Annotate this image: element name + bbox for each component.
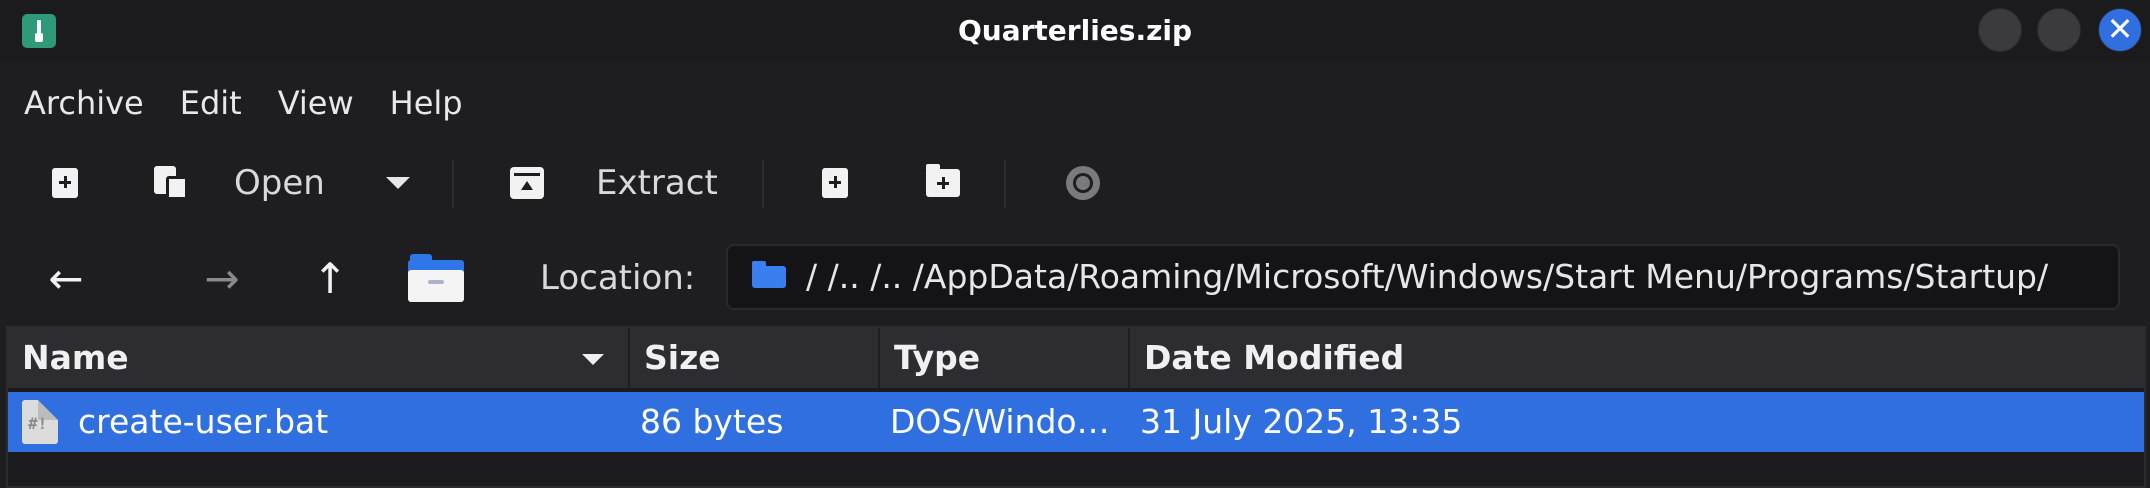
arrow-up-icon: ↑ (312, 253, 348, 303)
file-size: 86 bytes (640, 402, 784, 441)
sort-descending-icon (582, 354, 604, 365)
menu-view[interactable]: View (254, 76, 354, 130)
home-folder-icon[interactable] (408, 254, 464, 302)
column-header-size-label: Size (644, 338, 721, 377)
title-bar[interactable]: Quarterlies.zip ✕ (0, 0, 2150, 62)
toolbar: Open Extract (0, 150, 2150, 216)
open-archive-icon (154, 166, 188, 200)
script-glyph: #! (28, 414, 48, 433)
column-header-type[interactable]: Type (880, 328, 1130, 388)
location-path: / /.. /.. /AppData/Roaming/Microsoft/Win… (806, 257, 2049, 296)
menu-bar: Archive Edit View Help (0, 76, 463, 130)
open-label: Open (234, 163, 325, 203)
add-folder-icon (926, 164, 960, 197)
column-header-size[interactable]: Size (630, 328, 880, 388)
arrow-right-icon: → (204, 253, 240, 303)
forward-button[interactable]: → (200, 240, 244, 316)
minimize-button[interactable] (1978, 8, 2022, 52)
stop-button[interactable] (1066, 150, 1100, 216)
add-file-icon (822, 168, 848, 198)
file-type: DOS/Windo… (890, 402, 1110, 441)
archive-manager-window: Quarterlies.zip ✕ Archive Edit View Help… (0, 0, 2150, 488)
close-button[interactable]: ✕ (2098, 8, 2142, 52)
file-list-header: Name Size Type Date Modified (8, 328, 2144, 388)
location-label: Location: (540, 258, 696, 298)
column-header-date-label: Date Modified (1144, 338, 1405, 377)
add-files-button[interactable] (822, 150, 848, 216)
extract-label: Extract (596, 163, 718, 203)
toolbar-separator (452, 160, 454, 208)
arrow-left-icon: ← (48, 253, 84, 303)
folder-icon (752, 261, 786, 288)
location-field[interactable]: / /.. /.. /AppData/Roaming/Microsoft/Win… (726, 244, 2120, 310)
open-button[interactable]: Open (154, 150, 325, 216)
column-header-name-label: Name (22, 338, 129, 377)
new-archive-button[interactable] (52, 150, 78, 216)
maximize-button[interactable] (2037, 8, 2081, 52)
menu-help[interactable]: Help (366, 76, 463, 130)
back-button[interactable]: ← (44, 240, 88, 316)
extract-button[interactable]: Extract (510, 150, 718, 216)
window-title: Quarterlies.zip (957, 14, 1193, 47)
file-date-modified: 31 July 2025, 13:35 (1140, 402, 1463, 441)
location-bar: ← → ↑ Location: / /.. /.. /AppData/Roami… (0, 240, 2150, 316)
menu-archive[interactable]: Archive (0, 76, 144, 130)
file-list: Name Size Type Date Modified #! create-u… (6, 326, 2146, 488)
up-button[interactable]: ↑ (308, 240, 352, 316)
file-name: create-user.bat (78, 402, 329, 441)
menu-edit[interactable]: Edit (156, 76, 242, 130)
column-header-name[interactable]: Name (8, 328, 630, 388)
add-folder-button[interactable] (926, 150, 960, 216)
table-row[interactable]: #! create-user.bat 86 bytes DOS/Windo… 3… (8, 392, 2144, 452)
stop-icon (1066, 166, 1100, 200)
extract-icon (510, 167, 544, 199)
toolbar-separator (1004, 160, 1006, 208)
new-document-icon (52, 168, 78, 198)
chevron-down-icon (386, 177, 410, 189)
close-icon: ✕ (2106, 10, 2134, 48)
column-header-type-label: Type (894, 338, 981, 377)
toolbar-separator (762, 160, 764, 208)
column-header-date-modified[interactable]: Date Modified (1130, 328, 2144, 388)
script-file-icon: #! (22, 400, 58, 444)
open-dropdown-button[interactable] (386, 150, 410, 216)
